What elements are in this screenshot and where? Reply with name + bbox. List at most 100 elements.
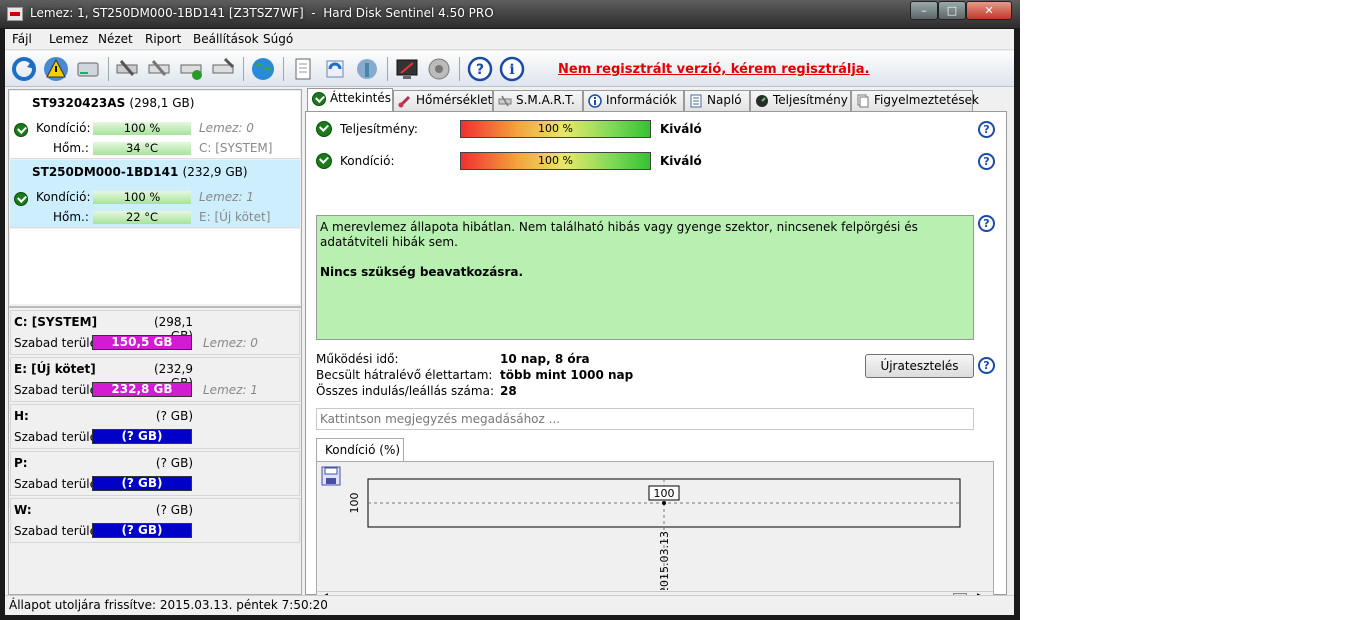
toolbar-separator (459, 57, 460, 81)
app-icon (7, 7, 23, 21)
disk-item-1[interactable]: ST250DM000-1BD141 (232,9 GB) Kondíció: 1… (10, 160, 300, 228)
disk-check-icon[interactable] (177, 55, 205, 83)
close-button[interactable]: ✕ (966, 1, 1012, 20)
tab-smart[interactable]: S.M.A.R.T. (493, 90, 583, 111)
volume-item-e[interactable]: E: [Új kötet] (232,9 GB) Szabad terület … (10, 357, 300, 402)
uptime-label: Működési idő: (316, 352, 399, 366)
help-icon[interactable]: ? (978, 121, 995, 138)
status-text: Állapot utoljára frissítve: 2015.03.13. … (9, 598, 328, 612)
free-space-label: Szabad terület (14, 477, 102, 491)
uptime-value: 10 nap, 8 óra (500, 352, 590, 366)
window-title: Lemez: 1, ST250DM000-1BD141 [Z3TSZ7WF] -… (30, 6, 494, 20)
free-space-bar: 150,5 GB (92, 335, 192, 350)
send-report-icon[interactable] (353, 55, 381, 83)
toolbar-separator (283, 57, 284, 81)
menu-file[interactable]: Fájl (12, 32, 32, 46)
register-link[interactable]: Nem regisztrált verzió, kérem regisztrál… (558, 62, 870, 77)
help-icon[interactable]: ? (978, 357, 995, 374)
status-message-box: A merevlemez állapota hibátlan. Nem talá… (316, 215, 974, 340)
menu-bar: Fájl Lemez Nézet Riport Beállítások Súgó (5, 29, 1014, 50)
disk-icon[interactable] (74, 55, 102, 83)
monitor-icon[interactable] (393, 55, 421, 83)
condition-bar: 100 % (93, 191, 191, 204)
start-stop-label: Összes indulás/leállás száma: (316, 384, 494, 398)
free-space-bar: (? GB) (92, 476, 192, 491)
temp-bar: 34 °C (93, 142, 191, 155)
toolbar-separator (387, 57, 388, 81)
tab-label: Áttekintés (330, 91, 392, 105)
maximize-button[interactable]: □ (938, 1, 966, 20)
menu-report[interactable]: Riport (145, 32, 181, 46)
tab-information[interactable]: Információk (583, 90, 684, 111)
free-space-bar: 232,8 GB (92, 382, 192, 397)
svg-text:?: ? (476, 62, 484, 78)
start-stop-value: 28 (500, 384, 517, 398)
overview-panel: Teljesítmény: 100 % Kiváló ? Kondíció: 1… (305, 111, 1007, 605)
chart-tab-condition[interactable]: Kondíció (%) (316, 438, 404, 462)
help-icon[interactable]: ? (978, 215, 995, 232)
volume-size: (? GB) (155, 409, 193, 423)
splitter[interactable] (9, 306, 301, 308)
disk-tool-icon[interactable] (209, 55, 237, 83)
menu-help[interactable]: Súgó (263, 32, 293, 46)
volume-name: E: [Új kötet] (14, 362, 96, 376)
svg-text:i: i (509, 62, 514, 78)
condition-bar: 100 % (460, 152, 651, 170)
minimize-button[interactable]: – (910, 1, 938, 20)
tab-alerts[interactable]: Figyelmeztetések (851, 90, 979, 111)
volume-item-p[interactable]: P: (? GB) Szabad terület (? GB) (10, 451, 300, 496)
info-icon[interactable]: i (498, 55, 526, 83)
tab-overview[interactable]: Áttekintés (307, 88, 393, 112)
menu-disk[interactable]: Lemez (49, 32, 88, 46)
disk-list-panel: ST9320423AS (298,1 GB) Kondíció: 100 % L… (8, 89, 302, 595)
check-icon (312, 92, 326, 106)
condition-chart: 100 100 2015.03.13 (348, 478, 961, 590)
volume-size: (? GB) (155, 503, 193, 517)
volume-item-c[interactable]: C: [SYSTEM] (298,1 GB) Szabad terület 15… (10, 310, 300, 355)
data-label: 100 (654, 487, 675, 500)
tab-label: Hőmérséklet (416, 93, 493, 107)
globe-icon[interactable] (249, 55, 277, 83)
help-icon[interactable]: ? (978, 153, 995, 170)
refresh-icon[interactable] (10, 55, 38, 83)
condition-chart-area: 1001002015.03.13 ◀ ▶ (316, 461, 994, 605)
surface-test-icon[interactable] (113, 55, 141, 83)
retest-button[interactable]: Újratesztelés (865, 354, 974, 378)
smart-icon (498, 95, 512, 107)
title-bar[interactable]: Lemez: 1, ST250DM000-1BD141 [Z3TSZ7WF] -… (0, 0, 1020, 28)
disk-name: ST250DM000-1BD141 (232,9 GB) (32, 165, 248, 179)
volume-item-h[interactable]: H: (? GB) Szabad terület (? GB) (10, 404, 300, 449)
free-space-bar: (? GB) (92, 523, 192, 538)
condition-bar: 100 % (93, 122, 191, 135)
thermometer-icon (398, 95, 411, 108)
lifetime-value: több mint 1000 nap (500, 368, 634, 382)
sound-icon[interactable] (425, 55, 453, 83)
report-icon[interactable] (289, 55, 317, 83)
warning-icon[interactable] (42, 55, 70, 83)
help-icon[interactable]: ? (466, 55, 494, 83)
condition-label: Kondíció: (36, 190, 91, 204)
disk-test-icon[interactable] (145, 55, 173, 83)
disk-index: Lemez: 0 (199, 121, 254, 135)
note-input[interactable]: Kattintson megjegyzés megadásához ... (316, 408, 974, 430)
disk-index: Lemez: 1 (199, 190, 254, 204)
tab-label: Információk (606, 93, 677, 107)
ok-check-icon (316, 153, 332, 169)
tab-label: Figyelmeztetések (874, 93, 979, 107)
lifetime-label: Becsült hátralévő élettartam: (316, 368, 493, 382)
update-icon[interactable] (321, 55, 349, 83)
menu-view[interactable]: Nézet (98, 32, 133, 46)
ok-check-icon (316, 121, 332, 137)
menu-settings[interactable]: Beállítások (193, 32, 259, 46)
free-space-label: Szabad terület (14, 430, 102, 444)
tab-temperature[interactable]: Hőmérséklet (393, 90, 493, 111)
performance-bar: 100 % (460, 120, 651, 138)
tab-performance[interactable]: Teljesítmény (750, 90, 851, 111)
tab-log[interactable]: Napló (684, 90, 750, 111)
volume-name: W: (14, 503, 32, 517)
disk-item-0[interactable]: ST9320423AS (298,1 GB) Kondíció: 100 % L… (10, 91, 300, 159)
volume-label: C: [SYSTEM] (199, 141, 273, 155)
info-icon (588, 94, 602, 108)
volume-item-w[interactable]: W: (? GB) Szabad terület (? GB) (10, 498, 300, 543)
data-point (662, 501, 666, 505)
